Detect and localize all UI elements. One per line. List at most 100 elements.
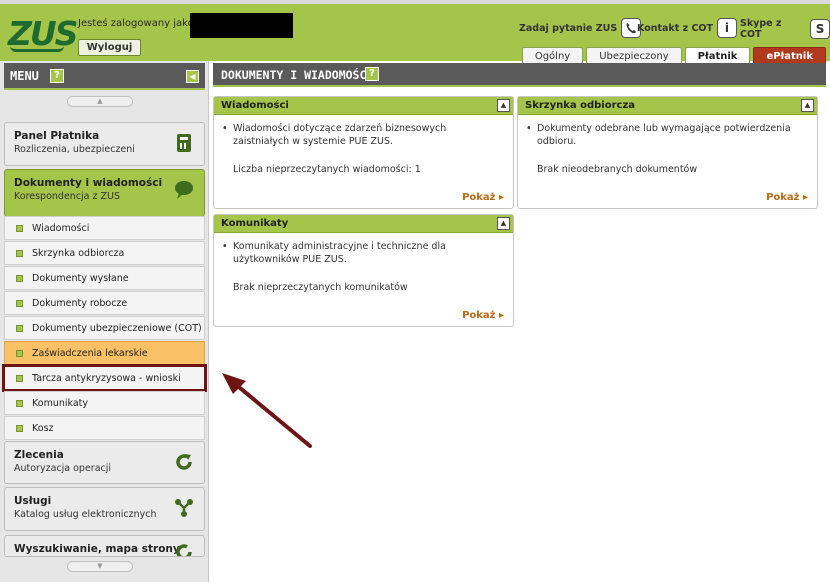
panel-zlecenia[interactable]: Zlecenia Autoryzacja operacji <box>4 441 205 484</box>
box-body: • Wiadomości dotyczące zdarzeń biznesowy… <box>214 116 513 208</box>
sidebar-item-label: Kosz <box>32 423 54 434</box>
skype-cot-label: Skype z COT <box>740 18 782 40</box>
sidebar-item-wyslane[interactable]: Dokumenty wysłane <box>4 266 205 290</box>
ask-zus-link[interactable]: Zadaj pytanie ZUS <box>519 18 642 38</box>
menu-scroll-up-button[interactable]: ▲ <box>67 96 133 107</box>
box-description: Dokumenty odebrane lub wymagające potwie… <box>537 123 791 147</box>
bullet-icon <box>16 275 23 282</box>
top-header: ZUS Jesteś zalogowany jako: Wyloguj Zada… <box>0 0 830 65</box>
sidebar-item-robocze[interactable]: Dokumenty robocze <box>4 291 205 315</box>
bullet-dot: • <box>526 123 532 134</box>
collapse-menu-icon[interactable]: ◀ <box>186 70 199 83</box>
box-title: Komunikaty <box>221 218 289 229</box>
main-header: DOKUMENTY I WIADOMOŚCI ? <box>213 63 826 87</box>
box-wiadomosci: Wiadomości ▲ • Wiadomości dotyczące zdar… <box>213 96 514 209</box>
box-title: Wiadomości <box>221 100 289 111</box>
collapse-box-icon[interactable]: ▲ <box>497 217 510 230</box>
arrow-right-icon: ▸ <box>498 310 504 321</box>
box-info: Liczba nieprzeczytanych wiadomości: 1 <box>233 164 421 175</box>
zus-logo[interactable]: ZUS <box>8 16 78 56</box>
sidebar-item-kosz[interactable]: Kosz <box>4 416 205 440</box>
sidebar-item-wiadomosci[interactable]: Wiadomości <box>4 216 205 240</box>
sidebar: MENU ? ◀ ▲ Panel Płatnika Rozliczenia, u… <box>0 61 209 582</box>
panel-subtitle: Rozliczenia, ubezpieczeni <box>14 144 135 155</box>
box-body: • Komunikaty administracyjne i techniczn… <box>214 234 513 326</box>
show-link-label: Pokaż <box>766 192 800 203</box>
box-body: • Dokumenty odebrane lub wymagające potw… <box>518 116 817 208</box>
bullet-icon <box>16 425 23 432</box>
logout-button[interactable]: Wyloguj <box>78 39 141 56</box>
arrow-right-icon: ▸ <box>498 192 504 203</box>
page-title: DOKUMENTY I WIADOMOŚCI <box>221 68 374 82</box>
panel-title: Zlecenia <box>14 449 64 461</box>
panel-title: Dokumenty i wiadomości <box>14 177 163 189</box>
sidebar-item-label: Dokumenty ubezpieczeniowe (COT) <box>32 323 202 334</box>
bullet-dot: • <box>222 123 228 134</box>
sidebar-item-tarcza[interactable]: Tarcza antykryzysowa - wnioski <box>2 364 207 392</box>
bullet-icon <box>16 300 23 307</box>
network-icon <box>174 498 194 518</box>
show-link-label: Pokaż <box>462 192 496 203</box>
bullet-icon <box>16 375 23 382</box>
sidebar-item-label: Dokumenty wysłane <box>32 273 129 284</box>
sidebar-item-zaswiadczenia[interactable]: Zaświadczenia lekarskie <box>4 341 205 365</box>
speech-bubble-icon <box>174 180 194 200</box>
menu-scroll-down-button[interactable]: ▼ <box>67 561 133 572</box>
menu-title: MENU <box>10 69 39 83</box>
box-description: Wiadomości dotyczące zdarzeń biznesowych… <box>233 123 447 147</box>
sidebar-item-ubezpieczeniowe[interactable]: Dokumenty ubezpieczeniowe (COT) <box>4 316 205 340</box>
panel-title: Wyszukiwanie, mapa strony <box>14 543 180 555</box>
bullet-dot: • <box>222 241 228 252</box>
sidebar-item-label: Wiadomości <box>32 223 90 234</box>
bullet-icon <box>16 350 23 357</box>
panel-title: Usługi <box>14 495 52 507</box>
sidebar-item-label: Komunikaty <box>32 398 89 409</box>
bullet-icon <box>16 225 23 232</box>
ask-zus-label: Zadaj pytanie ZUS <box>519 22 618 34</box>
arrow-right-icon: ▸ <box>802 192 808 203</box>
menu-help-icon[interactable]: ? <box>50 69 64 83</box>
sidebar-item-komunikaty[interactable]: Komunikaty <box>4 391 205 415</box>
show-link[interactable]: Pokaż ▸ <box>462 309 504 322</box>
sidebar-item-label: Tarcza antykryzysowa - wnioski <box>32 373 181 384</box>
box-header: Komunikaty ▲ <box>214 215 513 233</box>
sidebar-item-label: Zaświadczenia lekarskie <box>32 348 148 359</box>
box-info: Brak nieprzeczytanych komunikatów <box>233 282 408 293</box>
sidebar-item-skrzynka[interactable]: Skrzynka odbiorcza <box>4 241 205 265</box>
redacted-username <box>190 13 293 38</box>
box-komunikaty: Komunikaty ▲ • Komunikaty administracyjn… <box>213 214 514 327</box>
panel-wyszukiwanie[interactable]: Wyszukiwanie, mapa strony <box>4 535 205 557</box>
panel-title: Panel Płatnika <box>14 130 100 142</box>
show-link[interactable]: Pokaż ▸ <box>766 191 808 204</box>
collapse-box-icon[interactable]: ▲ <box>497 99 510 112</box>
menu-header: MENU ? ◀ <box>4 63 205 90</box>
panel-platnika[interactable]: Panel Płatnika Rozliczenia, ubezpieczeni <box>4 122 205 166</box>
logged-in-label: Jesteś zalogowany jako: <box>78 18 198 29</box>
panel-subtitle: Autoryzacja operacji <box>14 463 112 474</box>
show-link-label: Pokaż <box>462 310 496 321</box>
contact-cot-link[interactable]: Kontakt z COT i <box>637 18 737 38</box>
contact-cot-label: Kontakt z COT <box>637 22 713 34</box>
sidebar-item-label: Skrzynka odbiorcza <box>32 248 125 259</box>
box-description: Komunikaty administracyjne i techniczne … <box>233 241 446 265</box>
box-skrzynka: Skrzynka odbiorcza ▲ • Dokumenty odebran… <box>517 96 818 209</box>
box-title: Skrzynka odbiorcza <box>525 100 636 111</box>
show-link[interactable]: Pokaż ▸ <box>462 191 504 204</box>
panel-uslugi[interactable]: Usługi Katalog usług elektronicznych <box>4 487 205 531</box>
bullet-icon <box>16 250 23 257</box>
box-header: Wiadomości ▲ <box>214 97 513 115</box>
box-info: Brak nieodebranych dokumentów <box>537 164 698 175</box>
info-icon: i <box>716 18 737 38</box>
search-refresh-icon <box>174 542 194 556</box>
skype-cot-link[interactable]: Skype z COT S <box>740 18 830 40</box>
page-help-icon[interactable]: ? <box>365 67 379 81</box>
collapse-box-icon[interactable]: ▲ <box>801 99 814 112</box>
bullet-icon <box>16 400 23 407</box>
panel-subtitle: Korespondencja z ZUS <box>14 191 121 202</box>
calculator-icon <box>174 133 194 153</box>
sidebar-item-label: Dokumenty robocze <box>32 298 128 309</box>
bullet-icon <box>16 325 23 332</box>
panel-dokumenty[interactable]: Dokumenty i wiadomości Korespondencja z … <box>4 169 205 217</box>
refresh-icon <box>174 452 194 472</box>
panel-subtitle: Katalog usług elektronicznych <box>14 509 157 520</box>
